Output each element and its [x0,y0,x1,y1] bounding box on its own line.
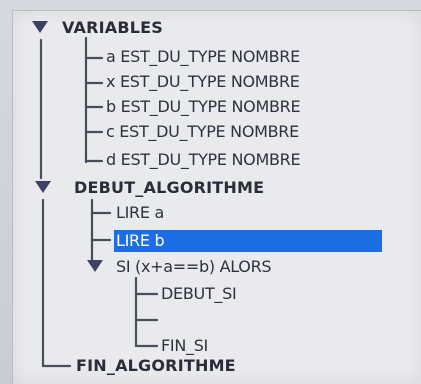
tree-node-lire-a[interactable]: LIRE a [116,203,164,223]
tree-node-empty-line[interactable] [161,310,201,330]
tree-node-fin-si[interactable]: FIN_SI [161,336,208,356]
tree-node-variable-b[interactable]: b EST_DU_TYPE NOMBRE [106,97,301,117]
collapse-si-toggle-icon[interactable] [86,259,104,273]
tree-node-variable-a[interactable]: a EST_DU_TYPE NOMBRE [106,47,300,67]
tree-node-si-condition[interactable]: SI (x+a==b) ALORS [116,257,272,277]
tree-node-lire-b[interactable]: LIRE b [116,231,165,251]
tree-node-variables[interactable]: VARIABLES [62,18,163,38]
collapse-variables-toggle-icon[interactable] [31,20,49,34]
tree-node-fin-algorithme[interactable]: FIN_ALGORITHME [76,356,236,376]
tree-node-debut-algorithme[interactable]: DEBUT_ALGORITHME [74,178,264,198]
tree-node-debut-si[interactable]: DEBUT_SI [161,284,237,304]
window-frame: VARIABLES a EST_DU_TYPE NOMBRE x EST_DU_… [0,0,421,384]
tree-node-variable-c[interactable]: c EST_DU_TYPE NOMBRE [106,122,299,142]
tree-node-variable-d[interactable]: d EST_DU_TYPE NOMBRE [106,150,301,170]
tree-node-variable-x[interactable]: x EST_DU_TYPE NOMBRE [106,72,300,92]
collapse-algorithm-toggle-icon[interactable] [34,180,52,194]
